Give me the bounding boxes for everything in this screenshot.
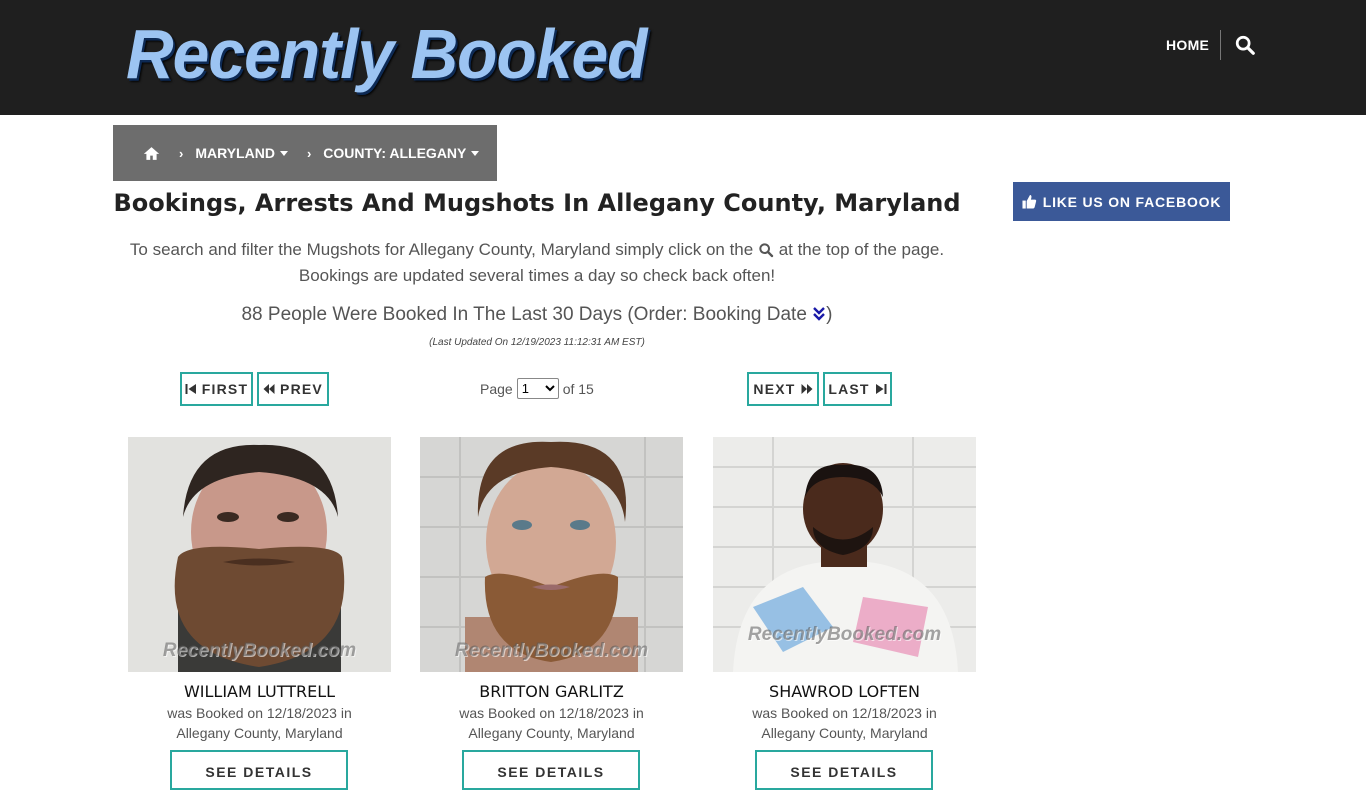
search-icon [759,243,774,258]
last-page-button[interactable]: LAST [823,372,892,406]
first-page-label: FIRST [201,381,249,397]
booking-name[interactable]: WILLIAM LUTTRELL [128,682,391,701]
facebook-like-label: LIKE US ON FACEBOOK [1042,193,1222,210]
search-icon[interactable] [1234,34,1256,56]
booking-name[interactable]: SHAWROD LOFTEN [713,682,976,701]
last-updated: (Last Updated On 12/19/2023 11:12:31 AM … [429,337,645,348]
caret-down-icon [279,150,288,156]
photo-watermark: RecentlyBooked.com [162,640,357,661]
photo-watermark: RecentlyBooked.com [747,624,942,645]
page-label: Page [480,380,513,397]
mugshot-photo[interactable]: RecentlyBooked.com [128,437,391,672]
see-details-button[interactable]: SEE DETAILS [755,750,933,790]
booking-info: was Booked on 12/18/2023 in Allegany Cou… [420,703,683,743]
booking-count-text: 88 People Were Booked In The Last 30 Day… [241,304,807,325]
chevron-right-icon: › [306,145,312,161]
intro-text-line2: Bookings are updated several times a day… [298,266,776,285]
booking-card: RecentlyBooked.com WILLIAM LUTTRELL was … [128,437,391,743]
booking-date: was Booked on 12/18/2023 in [459,705,644,721]
breadcrumb-county-dropdown[interactable]: COUNTY: ALLEGANY [323,145,480,161]
intro-text: To search and filter the Mugshots for Al… [113,237,961,289]
mugshot-photo[interactable]: RecentlyBooked.com [420,437,683,672]
nav-home-link[interactable]: HOME [1166,37,1209,53]
prev-page-button[interactable]: PREV [257,372,329,406]
backward-icon [263,384,275,394]
page-selector: Page 1 of 15 [480,378,594,399]
page-title: Bookings, Arrests And Mugshots In Allega… [113,189,961,217]
booking-info: was Booked on 12/18/2023 in Allegany Cou… [713,703,976,743]
last-page-label: LAST [828,381,870,397]
skip-first-icon [185,384,196,394]
breadcrumb: › MARYLAND › COUNTY: ALLEGANY [113,125,497,181]
site-logo[interactable]: Recently Booked [126,14,647,94]
skip-last-icon [875,384,887,394]
breadcrumb-county-label: COUNTY: ALLEGANY [323,145,467,161]
booking-location: Allegany County, Maryland [468,725,635,741]
page-select[interactable]: 1 [516,378,559,399]
breadcrumb-state-dropdown[interactable]: MARYLAND [195,145,288,161]
prev-page-label: PREV [280,381,323,397]
double-chevron-down-icon[interactable] [812,306,826,322]
booking-name[interactable]: BRITTON GARLITZ [420,682,683,701]
intro-text-end: at the top of the page. [778,240,945,259]
booking-card: RecentlyBooked.com SHAWROD LOFTEN was Bo… [713,437,976,743]
site-header: Recently Booked HOME [0,0,1366,115]
next-page-label: NEXT [753,381,796,397]
mugshot-photo[interactable]: RecentlyBooked.com [713,437,976,672]
intro-text-start: To search and filter the Mugshots for Al… [129,240,754,259]
see-details-button[interactable]: SEE DETAILS [170,750,348,790]
next-page-button[interactable]: NEXT [747,372,819,406]
booking-location: Allegany County, Maryland [176,725,343,741]
booking-info: was Booked on 12/18/2023 in Allegany Cou… [128,703,391,743]
breadcrumb-state-label: MARYLAND [195,145,275,161]
booking-date: was Booked on 12/18/2023 in [167,705,352,721]
page-total: of 15 [562,380,594,397]
booking-card: RecentlyBooked.com BRITTON GARLITZ was B… [420,437,683,743]
nav-divider [1220,30,1221,60]
see-details-button[interactable]: SEE DETAILS [462,750,640,790]
home-icon[interactable] [143,146,160,161]
photo-watermark: RecentlyBooked.com [454,640,649,661]
thumbs-up-icon [1022,194,1036,209]
forward-icon [801,384,813,394]
caret-down-icon [471,150,480,156]
booking-count: 88 People Were Booked In The Last 30 Day… [113,304,961,326]
chevron-right-icon: › [179,145,184,161]
booking-date: was Booked on 12/18/2023 in [752,705,937,721]
booking-location: Allegany County, Maryland [761,725,928,741]
facebook-like-button[interactable]: LIKE US ON FACEBOOK [1013,182,1230,221]
first-page-button[interactable]: FIRST [180,372,253,406]
booking-count-close: ) [826,304,833,325]
